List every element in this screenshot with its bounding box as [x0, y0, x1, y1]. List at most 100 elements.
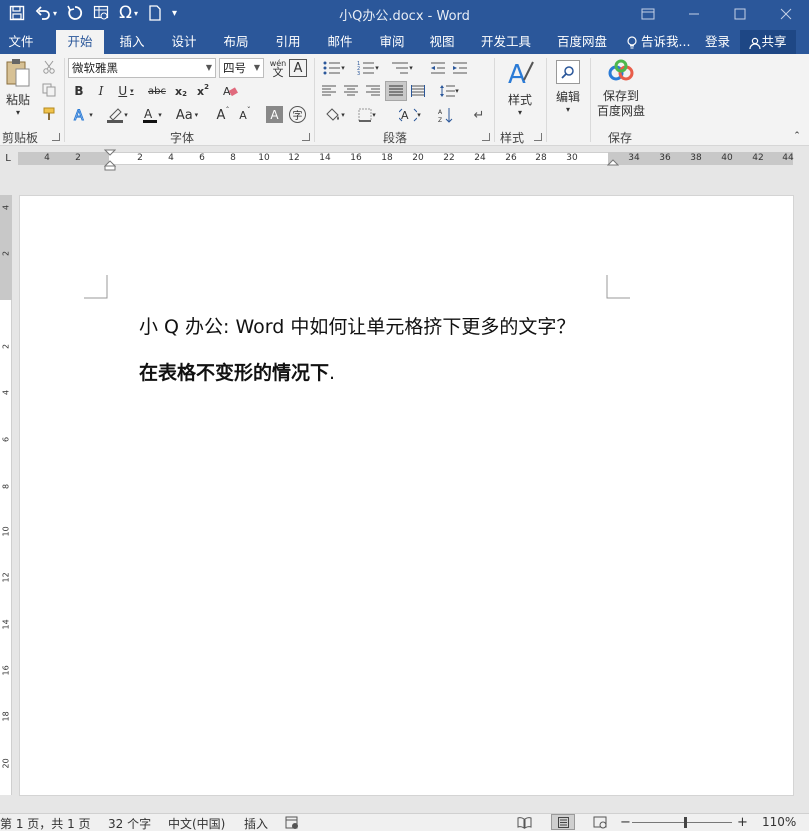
tab-view[interactable]: 视图: [418, 30, 466, 54]
indent-markers[interactable]: [104, 149, 116, 171]
styles-launcher-icon[interactable]: [534, 133, 542, 141]
ruler-number: 24: [474, 153, 486, 163]
tab-file[interactable]: 文件: [0, 30, 42, 54]
status-bar: 第 1 页，共 1 页 32 个字 中文(中国) 插入 − + 110%: [0, 813, 809, 831]
web-layout-icon[interactable]: [593, 816, 608, 829]
save-to-label-2: 百度网盘: [596, 104, 645, 118]
ribbon-display-icon[interactable]: [625, 0, 671, 27]
change-case-icon[interactable]: Aa ▾: [170, 105, 204, 125]
divider: [590, 58, 591, 142]
ruler-number: 14: [1, 619, 11, 630]
highlight-icon[interactable]: ▾: [102, 105, 132, 125]
ruler-number: 10: [258, 153, 270, 163]
right-indent-marker[interactable]: [607, 159, 619, 169]
page-count[interactable]: 第 1 页，共 1 页: [0, 815, 91, 831]
clipboard-launcher-icon[interactable]: [52, 133, 60, 141]
language-indicator[interactable]: 中文(中国): [168, 815, 225, 831]
tab-review[interactable]: 审阅: [368, 30, 416, 54]
word-count[interactable]: 32 个字: [108, 815, 151, 831]
tab-layout[interactable]: 布局: [212, 30, 260, 54]
align-left-icon[interactable]: [320, 82, 338, 100]
macro-record-icon[interactable]: [285, 816, 299, 829]
text-effects-icon[interactable]: A ▾: [70, 105, 96, 125]
maximize-icon[interactable]: [717, 0, 763, 27]
zoom-slider[interactable]: [632, 822, 732, 823]
paste-button[interactable]: 粘贴 ▾: [3, 58, 33, 118]
clear-formatting-icon[interactable]: A: [220, 82, 240, 100]
tab-developer[interactable]: 开发工具: [474, 30, 538, 54]
tab-insert[interactable]: 插入: [108, 30, 156, 54]
increase-indent-icon[interactable]: [450, 59, 470, 77]
distributed-icon[interactable]: [409, 82, 427, 100]
line-spacing-icon[interactable]: ▾: [434, 82, 464, 100]
bullets-icon[interactable]: ▾: [318, 59, 350, 77]
paragraph-launcher-icon[interactable]: [482, 133, 490, 141]
chevron-down-icon: ▼: [253, 63, 260, 72]
subscript-icon[interactable]: x2: [172, 82, 190, 100]
document-line-2[interactable]: 在表格不变形的情况下.: [139, 358, 335, 385]
font-color-icon[interactable]: A ▾: [138, 105, 166, 125]
zoom-out-icon[interactable]: −: [620, 815, 631, 830]
insert-mode[interactable]: 插入: [244, 815, 268, 831]
document-page[interactable]: [19, 195, 794, 796]
zoom-in-icon[interactable]: +: [737, 815, 748, 830]
save-to-baidu-button[interactable]: 保存到 百度网盘: [594, 58, 648, 126]
enclose-characters-icon[interactable]: 字: [289, 106, 306, 123]
zoom-slider-thumb[interactable]: [684, 817, 687, 828]
decrease-indent-icon[interactable]: [428, 59, 448, 77]
document-line-1[interactable]: 小 Q 办公: Word 中如何让单元格挤下更多的文字？: [139, 312, 575, 339]
chinese-layout-icon[interactable]: A ▾: [394, 105, 426, 125]
crop-mark-left: [84, 275, 108, 299]
divider: [314, 58, 315, 142]
phonetic-guide-button[interactable]: wén 文: [267, 57, 289, 79]
minimize-icon[interactable]: [671, 0, 717, 27]
login-link[interactable]: 登录: [705, 30, 730, 54]
tab-design[interactable]: 设计: [160, 30, 208, 54]
font-size-combo[interactable]: 四号 ▼: [219, 58, 264, 78]
grow-font-icon[interactable]: Aˆ: [214, 105, 232, 125]
numbering-icon[interactable]: 1 2 3 ▾: [352, 59, 384, 77]
underline-icon[interactable]: U ▾: [114, 82, 138, 100]
vertical-ruler[interactable]: 4 2 2 4 6 8 10 12 14 16 18 20: [0, 195, 12, 795]
sort-icon[interactable]: AZ: [436, 105, 456, 125]
read-mode-icon[interactable]: [517, 816, 532, 829]
shrink-font-icon[interactable]: Aˇ: [236, 105, 254, 125]
bold-icon[interactable]: B: [70, 82, 88, 100]
print-layout-button[interactable]: [551, 814, 575, 830]
justify-icon[interactable]: [385, 81, 407, 101]
cut-icon[interactable]: [40, 58, 58, 76]
share-label: 共享: [761, 34, 787, 49]
tell-me-box[interactable]: 告诉我...: [626, 30, 690, 54]
show-marks-icon[interactable]: ↵: [470, 105, 488, 125]
tab-mailings[interactable]: 邮件: [316, 30, 364, 54]
italic-icon[interactable]: I: [92, 82, 110, 100]
tab-home[interactable]: 开始: [56, 30, 104, 54]
zoom-level[interactable]: 110%: [762, 815, 796, 829]
superscript-icon[interactable]: x2: [194, 82, 212, 100]
save-group-label: 保存: [608, 131, 633, 145]
align-center-icon[interactable]: [342, 82, 360, 100]
font-name-combo[interactable]: 微软雅黑 ▼: [68, 58, 216, 78]
multilevel-list-icon[interactable]: ▾: [386, 59, 418, 77]
align-right-icon[interactable]: [364, 82, 382, 100]
share-button[interactable]: 共享: [740, 30, 796, 54]
svg-text:A: A: [401, 109, 409, 122]
ruler-number: 8: [230, 153, 236, 163]
character-shading-icon[interactable]: A: [266, 106, 283, 123]
horizontal-ruler[interactable]: L 4 2 2 4 6 8 10 12 14 16 18 20 22 24 26…: [0, 147, 809, 171]
close-icon[interactable]: [763, 0, 809, 27]
tab-references[interactable]: 引用: [264, 30, 312, 54]
copy-icon[interactable]: [40, 81, 58, 99]
tab-selector[interactable]: L: [2, 153, 14, 165]
vertical-scrollbar[interactable]: [795, 172, 809, 796]
strikethrough-icon[interactable]: abc: [146, 82, 168, 100]
tab-baidu-netdisk[interactable]: 百度网盘: [548, 30, 616, 54]
format-painter-icon[interactable]: [40, 105, 58, 123]
shading-icon[interactable]: ▾: [320, 105, 350, 125]
editing-button[interactable]: 编辑 ▾: [551, 58, 585, 122]
styles-button[interactable]: A 样式 ▾: [500, 58, 540, 122]
collapse-ribbon-icon[interactable]: ⌃: [790, 130, 804, 142]
font-launcher-icon[interactable]: [302, 133, 310, 141]
borders-icon[interactable]: ▾: [352, 105, 382, 125]
character-border-icon[interactable]: A: [289, 59, 307, 77]
